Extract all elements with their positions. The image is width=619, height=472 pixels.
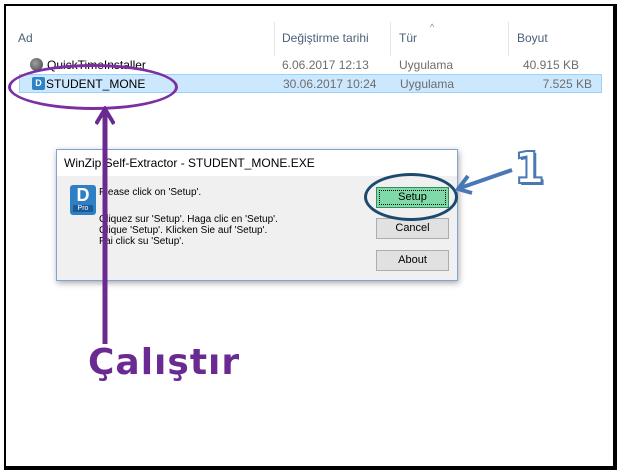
- column-divider[interactable]: [508, 22, 509, 56]
- column-header-date[interactable]: Değiştirme tarihi: [282, 31, 369, 45]
- column-header-type[interactable]: Tür: [399, 31, 417, 45]
- file-type: Uygulama: [399, 58, 454, 72]
- dialog-title-bar[interactable]: WinZip Self-Extractor - STUDENT_MONE.EXE: [57, 150, 457, 176]
- arrow-left-icon: [454, 168, 513, 195]
- file-date: 30.06.2017 10:24: [283, 77, 377, 91]
- file-type: Uygulama: [400, 77, 455, 91]
- about-button[interactable]: About: [376, 250, 449, 271]
- app-logo-badge: Pro: [73, 205, 93, 212]
- arrow-up-icon: [95, 106, 115, 344]
- run-annotation-label: Çalıştır: [88, 342, 241, 383]
- app-logo-icon: D Pro: [70, 185, 96, 215]
- setup-highlight-ellipse: [364, 173, 458, 221]
- dialog-message: Cliquez sur 'Setup'. Haga clic en 'Setup…: [99, 214, 278, 225]
- column-divider[interactable]: [390, 22, 391, 56]
- column-header-size[interactable]: Boyut: [517, 31, 548, 45]
- screenshot-frame: Ad Değiştirme tarihi ^ Tür Boyut QuickTi…: [4, 4, 617, 470]
- column-header-row: Ad Değiştirme tarihi ^ Tür Boyut: [6, 22, 613, 56]
- file-highlight-ellipse: [8, 64, 178, 110]
- column-header-name[interactable]: Ad: [18, 31, 33, 45]
- cancel-button[interactable]: Cancel: [376, 218, 449, 239]
- file-size: 40.915 KB: [522, 58, 579, 72]
- app-logo-letter: D: [76, 185, 90, 205]
- step-number-label: 1: [513, 142, 546, 195]
- sort-ascending-icon: ^: [430, 22, 435, 32]
- file-size: 7.525 KB: [542, 77, 592, 91]
- column-divider[interactable]: [274, 22, 275, 56]
- dialog-message: Clique 'Setup'. Klicken Sie auf 'Setup'.: [99, 225, 268, 236]
- file-date: 6.06.2017 12:13: [282, 58, 369, 72]
